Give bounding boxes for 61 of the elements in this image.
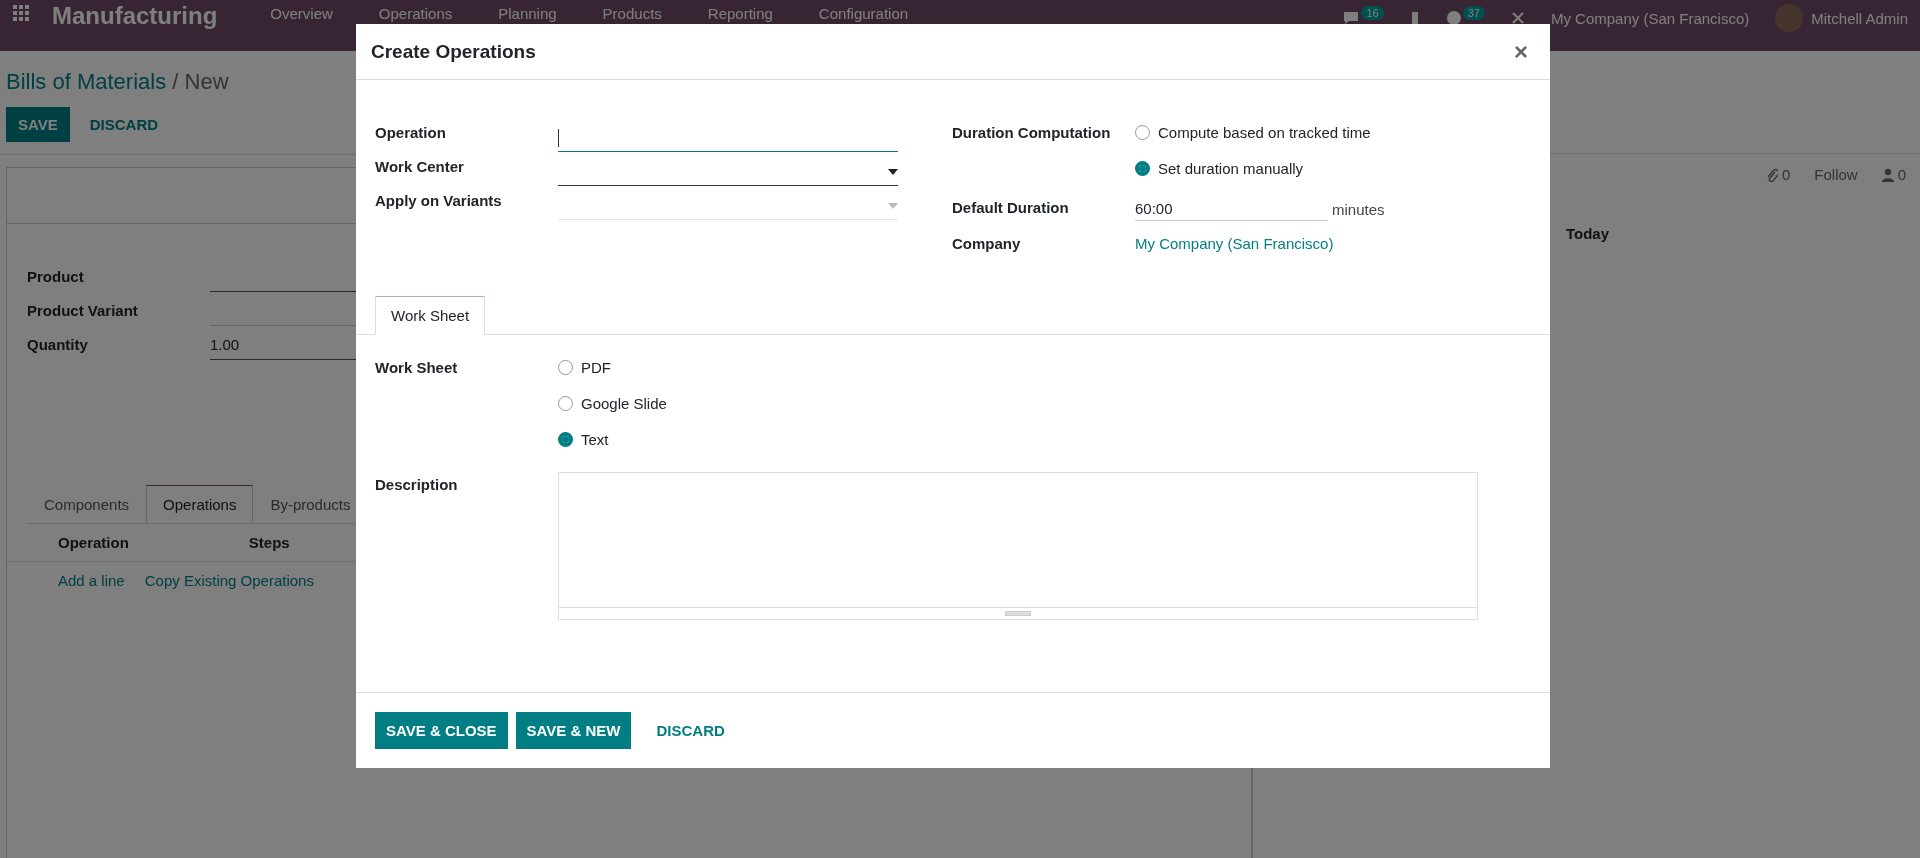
menu-item[interactable]: Overview xyxy=(251,5,352,22)
description-field[interactable] xyxy=(558,472,1478,620)
menu-item[interactable]: Products xyxy=(583,5,681,22)
follow-button[interactable]: Follow xyxy=(1814,166,1858,183)
action-link[interactable]: Add a line xyxy=(58,572,125,589)
field-label: Description xyxy=(375,476,459,495)
discard-button[interactable]: DISCARD xyxy=(77,107,171,142)
radio-option[interactable]: Google Slide xyxy=(558,395,1478,412)
menu-item[interactable]: Configuration xyxy=(799,5,928,22)
person-icon[interactable] xyxy=(1881,167,1894,182)
save-button[interactable]: SAVE & CLOSE xyxy=(375,712,508,749)
input-field[interactable]: 60:00 xyxy=(1135,197,1328,221)
caret-icon xyxy=(888,168,898,175)
field-label: Company xyxy=(952,235,1022,252)
user-name[interactable]: Mitchell Admin xyxy=(1811,9,1908,27)
messages-icon[interactable] xyxy=(1342,10,1361,26)
breadcrumb-link[interactable]: Bills of Materials xyxy=(6,69,167,94)
radio-option[interactable]: PDF xyxy=(558,359,1478,376)
apps-menu-icon[interactable] xyxy=(12,4,30,22)
company-switcher[interactable]: My Company (San Francisco) xyxy=(1550,9,1750,27)
field-label: Product xyxy=(27,268,85,287)
field-label: Product Variant xyxy=(27,302,139,321)
radio-button[interactable] xyxy=(558,432,573,447)
paperclip-icon[interactable] xyxy=(1765,167,1778,182)
breadcrumb-current: New xyxy=(184,69,229,94)
radio-option[interactable]: Text xyxy=(558,431,1478,448)
count-badge: 37 xyxy=(1462,6,1485,20)
column-header: Steps xyxy=(248,534,290,551)
follower-count[interactable]: 0 xyxy=(1897,166,1906,183)
tab[interactable]: Components xyxy=(27,485,147,523)
radio-button[interactable] xyxy=(1135,161,1150,176)
save-button[interactable]: SAVE & NEW xyxy=(515,712,632,749)
resize-handle[interactable] xyxy=(1005,611,1031,616)
unit-label: minutes xyxy=(1332,200,1385,218)
field-label: Duration Computation xyxy=(952,124,1112,143)
column-header: Operation xyxy=(58,534,129,551)
menu-item[interactable]: Planning xyxy=(479,5,576,22)
dialog-title: Create Operations xyxy=(371,40,536,63)
date-separator: Today xyxy=(1566,225,1611,242)
count-badge: 16 xyxy=(1361,6,1384,20)
menu-item[interactable]: Operations xyxy=(359,5,472,22)
menu-item[interactable]: Reporting xyxy=(688,5,792,22)
field-label: Apply on Variants xyxy=(375,192,503,211)
field-label: Quantity xyxy=(27,336,89,355)
breadcrumb-separator: / xyxy=(172,69,179,94)
save-button[interactable]: SAVE xyxy=(6,107,70,142)
field-label: Work Center xyxy=(375,158,465,177)
discard-button[interactable]: DISCARD xyxy=(645,712,736,749)
radio-option[interactable]: Compute based on tracked time xyxy=(1135,124,1531,141)
field-label: Default Duration xyxy=(952,199,1070,218)
company-link[interactable]: My Company (San Francisco) xyxy=(1135,235,1531,252)
tab[interactable]: Operations xyxy=(146,485,254,523)
tab[interactable]: Work Sheet xyxy=(375,296,486,335)
field-label: Operation xyxy=(375,124,447,143)
radio-option[interactable]: Set duration manually xyxy=(1135,160,1531,177)
close-button[interactable]: × xyxy=(1508,36,1534,67)
app-name: Manufacturing xyxy=(52,2,218,30)
action-link[interactable]: Copy Existing Operations xyxy=(144,572,314,589)
field-label: Work Sheet xyxy=(375,359,459,378)
attachment-count[interactable]: 0 xyxy=(1781,166,1791,183)
caret-icon xyxy=(888,202,898,209)
